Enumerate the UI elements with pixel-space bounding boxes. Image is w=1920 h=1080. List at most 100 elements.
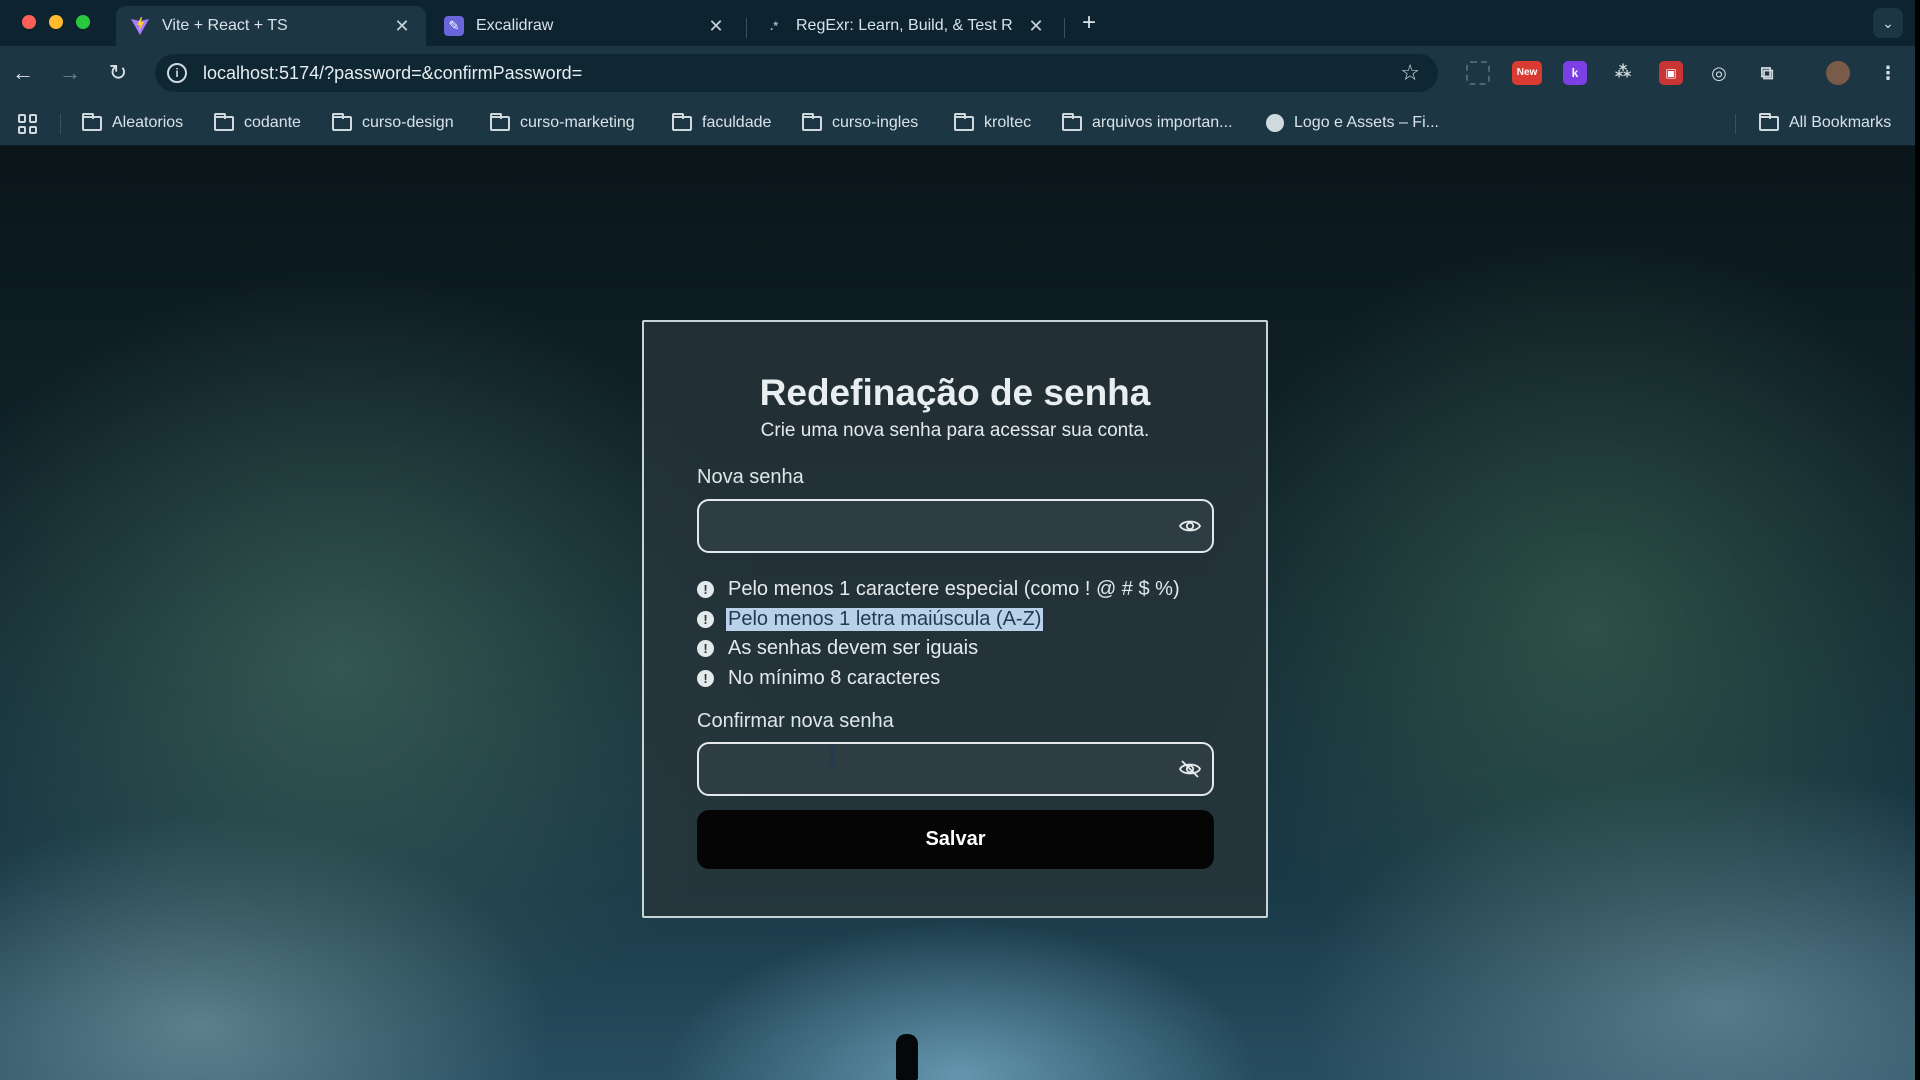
bookmark-label: Aleatorios [112, 114, 184, 131]
folder-icon [954, 112, 974, 131]
target-extension-icon[interactable]: ◎ [1707, 61, 1731, 85]
eye-icon[interactable] [1178, 514, 1202, 538]
globe-icon [1266, 114, 1284, 132]
folder-icon [802, 112, 822, 131]
forward-button[interactable]: → [56, 59, 84, 87]
k-extension-icon[interactable]: k [1563, 61, 1587, 85]
tab-strip: Vite + React + TS ✕ ✎ Excalidraw ✕ .* Re… [0, 0, 1915, 46]
save-button[interactable]: Salvar [697, 810, 1214, 869]
eye-off-icon[interactable] [1178, 757, 1202, 781]
bookmarks-divider [1735, 114, 1736, 134]
new-password-input[interactable] [699, 501, 1139, 551]
confirm-password-input[interactable] [699, 744, 1139, 794]
page-subtitle: Crie uma nova senha para acessar sua con… [760, 420, 1150, 441]
password-rule: ! Pelo menos 1 letra maiúscula (A-Z) [697, 605, 1180, 635]
apps-grid-icon[interactable] [18, 114, 38, 134]
bookmarks-divider [60, 114, 61, 134]
new-extension-icon[interactable]: New [1512, 61, 1542, 85]
tab-separator [746, 18, 747, 38]
reload-button[interactable]: ↻ [104, 59, 132, 87]
password-rule-text: As senhas devem ser iguais [728, 637, 979, 660]
close-icon[interactable]: ✕ [392, 16, 412, 37]
bookmark-label: codante [244, 114, 301, 131]
folder-icon [672, 112, 692, 131]
warning-icon: ! [697, 581, 714, 599]
url-text[interactable]: localhost:5174/?password=&confirmPasswor… [203, 63, 582, 84]
folder-icon [1759, 112, 1779, 131]
folder-icon [490, 112, 510, 131]
page-background: Redefinação de senha Crie uma nova senha… [0, 146, 1915, 1080]
bookmark-codante[interactable]: codante [214, 110, 301, 136]
password-rule-text: Pelo menos 1 caractere especial (como ! … [728, 578, 1180, 601]
tab-excalidraw[interactable]: ✎ Excalidraw ✕ [430, 6, 740, 46]
text-cursor-icon [828, 747, 836, 767]
password-rule: ! As senhas devem ser iguais [697, 634, 1180, 664]
all-bookmarks-button[interactable]: All Bookmarks [1759, 110, 1891, 136]
bookmark-arquivos-importantes[interactable]: arquivos importan... [1062, 110, 1233, 136]
bookmark-curso-design[interactable]: curso-design [332, 110, 454, 136]
bookmark-kroltec[interactable]: kroltec [954, 110, 1031, 136]
profile-avatar[interactable] [1826, 61, 1850, 85]
bookmark-label: curso-design [362, 114, 454, 131]
browser-window: Vite + React + TS ✕ ✎ Excalidraw ✕ .* Re… [0, 0, 1915, 1080]
password-rule-text: Pelo menos 1 letra maiúscula (A-Z) [726, 607, 1044, 631]
password-rules-list: ! Pelo menos 1 caractere especial (como … [697, 575, 1180, 693]
tab-title: RegExr: Learn, Build, & Test R [796, 17, 1013, 34]
bookmark-curso-marketing[interactable]: curso-marketing [490, 110, 635, 136]
screenshot-extension-icon[interactable] [1466, 61, 1490, 85]
maximize-window-button[interactable] [76, 15, 90, 29]
browser-toolbar: ← → ↻ i localhost:5174/?password=&confir… [0, 46, 1915, 100]
tab-regexr[interactable]: .* RegExr: Learn, Build, & Test R ✕ [750, 6, 1060, 46]
password-rule: ! Pelo menos 1 caractere especial (como … [697, 575, 1180, 605]
bookmark-label: curso-ingles [832, 114, 919, 131]
bookmark-curso-ingles[interactable]: curso-ingles [802, 110, 918, 136]
back-button[interactable]: ← [9, 59, 37, 87]
tab-search-button[interactable]: ⌄ [1873, 8, 1903, 38]
bookmark-faculdade[interactable]: faculdade [672, 110, 771, 136]
confirm-password-field[interactable] [697, 742, 1214, 796]
tab-vite[interactable]: Vite + React + TS ✕ [116, 6, 426, 46]
graph-extension-icon[interactable]: ⁂ [1611, 61, 1635, 85]
bookmark-star-icon[interactable]: ☆ [1400, 60, 1420, 86]
close-icon[interactable]: ✕ [1026, 16, 1046, 37]
bookmark-label: kroltec [984, 114, 1032, 131]
bookmark-aleatorios[interactable]: Aleatorios [82, 110, 183, 136]
warning-icon: ! [697, 640, 714, 658]
new-password-field[interactable] [697, 499, 1214, 553]
close-icon[interactable]: ✕ [706, 16, 726, 37]
folder-icon [82, 112, 102, 131]
password-reset-card: Redefinação de senha Crie uma nova senha… [642, 320, 1268, 918]
extensions-puzzle-icon[interactable]: ⧉ [1755, 61, 1779, 85]
new-password-label: Nova senha [697, 466, 804, 488]
bookmark-label: arquivos importan... [1092, 114, 1233, 131]
password-rule-text: No mínimo 8 caracteres [728, 666, 941, 689]
red-extension-icon[interactable]: ▣ [1659, 61, 1683, 85]
tab-separator [1064, 18, 1065, 38]
warning-icon: ! [697, 610, 714, 628]
bookmarks-bar: Aleatorios codante curso-design curso-ma… [0, 100, 1915, 146]
minimize-window-button[interactable] [49, 15, 63, 29]
bookmark-label: curso-marketing [520, 114, 635, 131]
bookmark-label: faculdade [702, 114, 772, 131]
tab-title: Excalidraw [476, 17, 554, 34]
warning-icon: ! [697, 669, 714, 687]
folder-icon [214, 112, 234, 131]
bookmark-label: All Bookmarks [1789, 114, 1892, 131]
background-figure [896, 1034, 918, 1080]
regexr-icon: .* [769, 19, 778, 33]
password-rule: ! No mínimo 8 caracteres [697, 664, 1180, 694]
address-bar[interactable]: i localhost:5174/?password=&confirmPassw… [155, 54, 1438, 92]
site-info-icon[interactable]: i [167, 63, 187, 83]
folder-icon [332, 112, 352, 131]
close-window-button[interactable] [22, 15, 36, 29]
browser-menu-icon[interactable]: ⋮ [1876, 61, 1900, 85]
tab-title: Vite + React + TS [162, 17, 288, 34]
new-tab-button[interactable]: + [1077, 9, 1101, 37]
page-title: Redefinação de senha [759, 372, 1151, 413]
bookmark-logo-e-assets[interactable]: Logo e Assets – Fi... [1266, 110, 1439, 136]
folder-icon [1062, 112, 1082, 131]
excalidraw-icon: ✎ [444, 16, 464, 36]
confirm-password-label: Confirmar nova senha [697, 710, 894, 732]
vite-icon [130, 16, 150, 36]
bookmark-label: Logo e Assets – Fi... [1294, 114, 1439, 131]
